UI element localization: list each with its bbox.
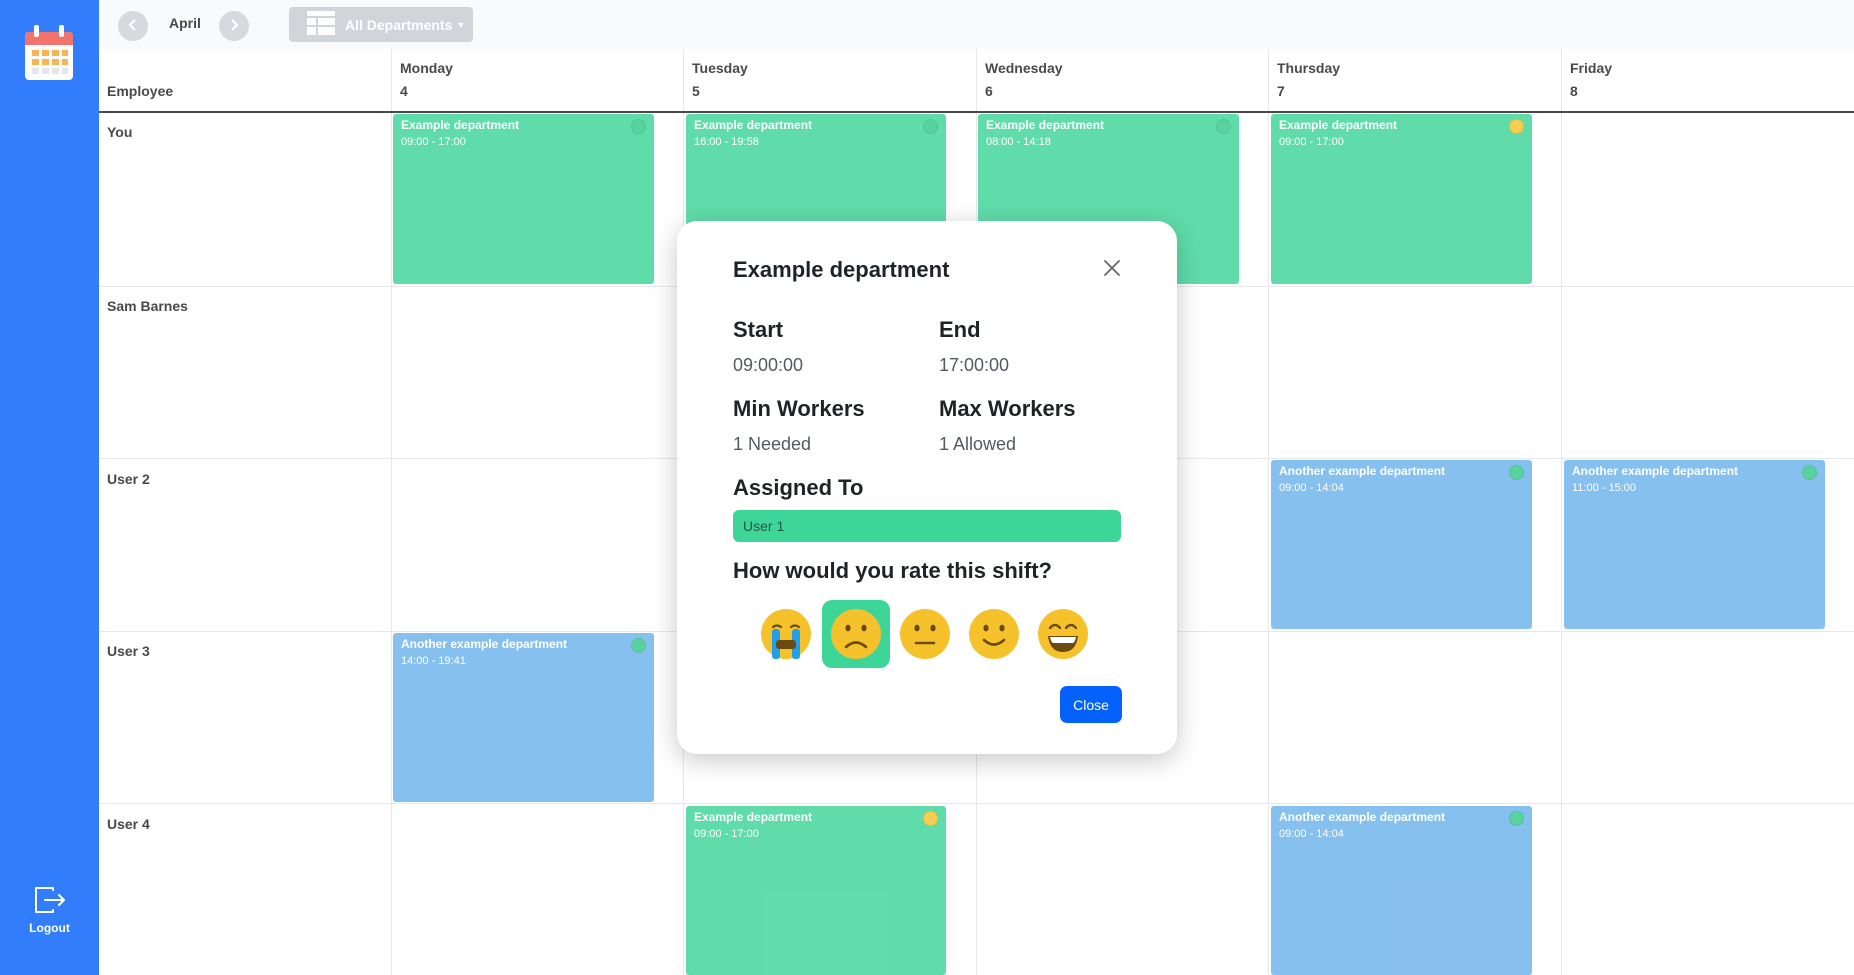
frowning-face-icon[interactable] — [822, 600, 890, 668]
rating-question: How would you rate this shift? — [733, 558, 1052, 583]
crying-face-icon[interactable] — [752, 600, 820, 668]
modal-title: Example department — [733, 257, 950, 282]
max-workers-label: Max Workers — [939, 396, 1076, 421]
close-button[interactable]: Close — [1060, 686, 1122, 723]
grinning-face-icon[interactable] — [1029, 600, 1097, 668]
close-icon[interactable] — [1099, 255, 1125, 281]
shift-details-modal: Example department Start 09:00:00 End 17… — [677, 221, 1177, 754]
start-value: 09:00:00 — [733, 355, 804, 375]
min-workers-value: 1 Needed — [733, 434, 812, 454]
assigned-to-label: Assigned To — [733, 475, 864, 500]
end-value: 17:00:00 — [939, 355, 1010, 375]
min-workers-label: Min Workers — [733, 396, 865, 421]
neutral-face-icon[interactable] — [891, 600, 959, 668]
max-workers-value: 1 Allowed — [939, 434, 1017, 454]
modal-backdrop[interactable]: Example department Start 09:00:00 End 17… — [0, 0, 1854, 975]
start-label: Start — [733, 317, 784, 342]
end-label: End — [939, 317, 981, 342]
assigned-user-badge: User 1 — [733, 510, 1121, 542]
smiling-face-icon[interactable] — [960, 600, 1028, 668]
